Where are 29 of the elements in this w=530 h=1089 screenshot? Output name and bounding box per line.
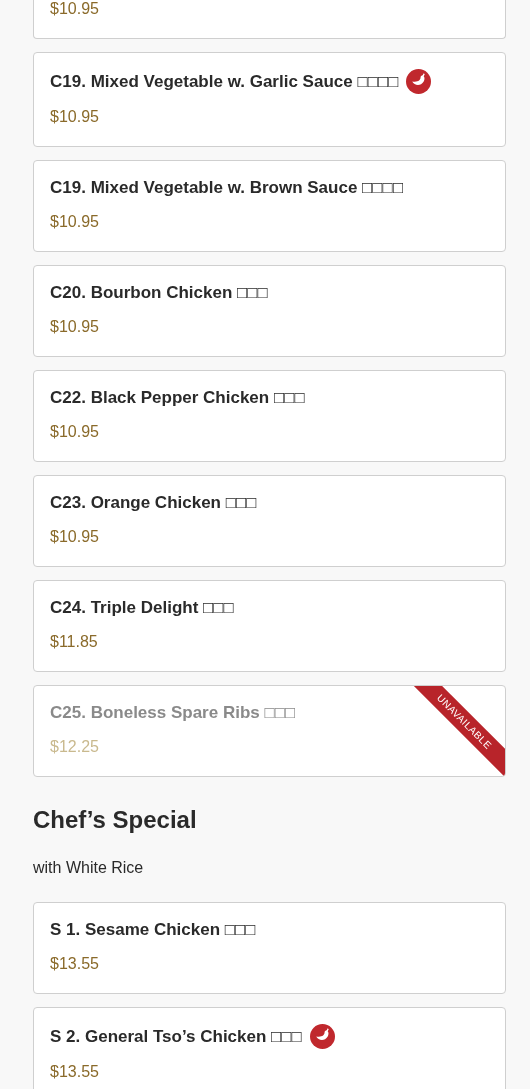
menu-item-card[interactable]: C19. Mixed Vegetable w. Garlic Sauce □□□□ $10.95 — [33, 52, 506, 147]
menu-item-card[interactable]: C19. Mixed Vegetable w. Brown Sauce □□□□ $10.95 — [33, 160, 506, 252]
item-name: C22. Black Pepper Chicken □□□ — [50, 387, 305, 409]
item-name: C24. Triple Delight □□□ — [50, 597, 234, 619]
menu-item-card[interactable]: C23. Orange Chicken □□□ $10.95 — [33, 475, 506, 567]
menu-item-card[interactable]: S 2. General Tso’s Chicken □□□ $13.55 — [33, 1007, 506, 1089]
item-name: S 1. Sesame Chicken □□□ — [50, 919, 256, 941]
item-name: S 2. General Tso’s Chicken □□□ — [50, 1025, 302, 1048]
item-price: $10.95 — [50, 317, 100, 337]
item-price: $10.95 — [50, 422, 100, 442]
menu-item-card[interactable]: $10.95 — [33, 0, 506, 39]
menu-item-card[interactable]: C22. Black Pepper Chicken □□□ $10.95 — [33, 370, 506, 462]
section-subtitle: with White Rice — [33, 858, 145, 878]
menu-item-card[interactable]: C24. Triple Delight □□□ $11.85 — [33, 580, 506, 672]
item-price: $10.95 — [50, 0, 100, 19]
item-price: $10.95 — [50, 212, 100, 232]
item-name: C19. Mixed Vegetable w. Garlic Sauce □□□□ — [50, 70, 399, 93]
item-price: $13.55 — [50, 1062, 100, 1082]
menu-item-card[interactable]: C20. Bourbon Chicken □□□ $10.95 — [33, 265, 506, 357]
item-name: C20. Bourbon Chicken □□□ — [50, 282, 268, 304]
item-name: C23. Orange Chicken □□□ — [50, 492, 257, 514]
item-name: C19. Mixed Vegetable w. Brown Sauce □□□□ — [50, 177, 404, 199]
item-price: $10.95 — [50, 107, 100, 127]
item-name: C25. Boneless Spare Ribs □□□ — [50, 702, 296, 724]
item-price: $13.55 — [50, 954, 100, 974]
item-price: $11.85 — [50, 632, 99, 652]
section-title: Chef’s Special — [33, 805, 198, 835]
menu-item-card[interactable]: S 1. Sesame Chicken □□□ $13.55 — [33, 902, 506, 994]
item-price: $10.95 — [50, 527, 100, 547]
